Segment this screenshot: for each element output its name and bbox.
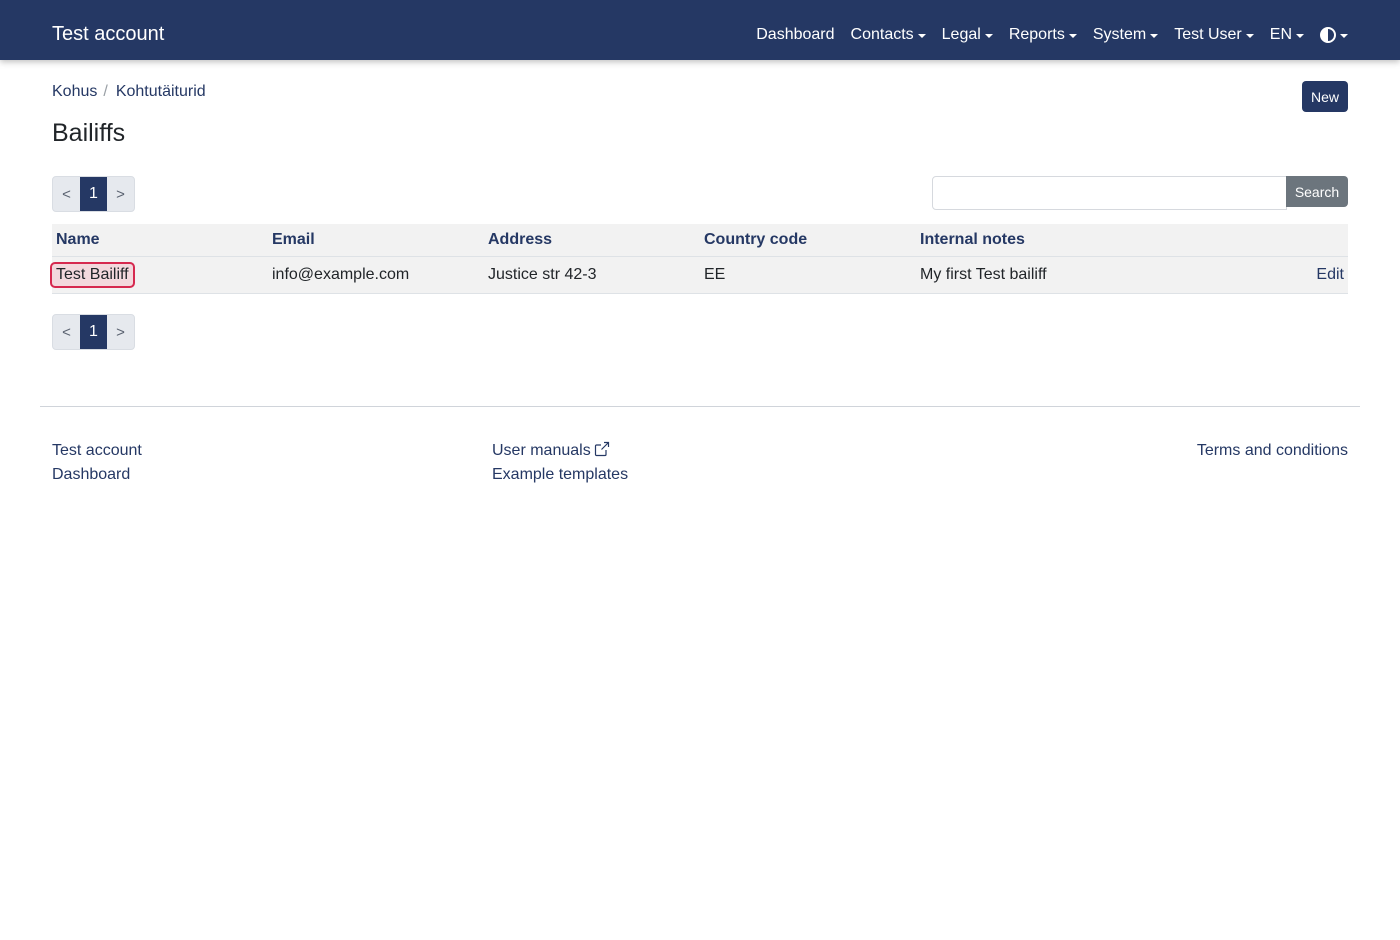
caret-down-icon	[1340, 34, 1348, 38]
nav-item-label: System	[1092, 26, 1147, 43]
page-1-button[interactable]: 1	[80, 315, 107, 349]
caret-down-icon	[1068, 34, 1077, 38]
footer-link-terms[interactable]: Terms and conditions	[1197, 441, 1348, 461]
top-navbar: Test account Dashboard Contacts Legal Re…	[0, 0, 1400, 60]
prev-page-button[interactable]: <	[53, 177, 80, 211]
caret-down-icon	[1150, 34, 1159, 38]
bailiffs-table: Name Email Address Country code Internal…	[50, 224, 1348, 294]
caret-down-icon	[917, 34, 926, 38]
pagination-bottom: < 1 >	[52, 314, 135, 350]
brand-link[interactable]: Test account	[52, 21, 164, 47]
cell-email: info@example.com	[272, 266, 410, 283]
nav-item-contacts[interactable]: Contacts	[851, 26, 926, 44]
nav-item-label: EN	[1269, 26, 1292, 43]
next-page-button[interactable]: >	[107, 177, 134, 211]
footer-link-test-account[interactable]: Test account	[52, 441, 142, 461]
breadcrumb: Kohus / Kohtutäiturid	[52, 82, 206, 102]
column-header-email[interactable]: Email	[268, 231, 484, 249]
column-header-country-code[interactable]: Country code	[700, 231, 916, 249]
column-header-address[interactable]: Address	[484, 231, 700, 249]
cell-country-code: EE	[704, 266, 726, 283]
footer-link-example-templates[interactable]: Example templates	[492, 465, 628, 485]
caret-down-icon	[1296, 34, 1304, 38]
page-title: Bailiffs	[52, 119, 126, 147]
column-header-internal-notes[interactable]: Internal notes	[916, 231, 1216, 249]
search-input[interactable]	[932, 176, 1287, 210]
new-button[interactable]: New	[1302, 81, 1348, 112]
nav-item-label: Legal	[941, 26, 981, 43]
page-1-button[interactable]: 1	[80, 177, 107, 211]
nav-item-system[interactable]: System	[1092, 26, 1159, 44]
footer-link-dashboard[interactable]: Dashboard	[52, 465, 130, 485]
nav-item-label: Test User	[1174, 26, 1242, 43]
breadcrumb-item-kohus[interactable]: Kohus	[52, 82, 97, 102]
external-link-icon	[594, 441, 609, 457]
nav-item-label: Dashboard	[756, 26, 835, 43]
nav-item-reports[interactable]: Reports	[1009, 26, 1077, 44]
search-button[interactable]: Search	[1286, 176, 1348, 207]
cell-internal-notes: My first Test bailiff	[920, 266, 1047, 283]
nav-item-label: Contacts	[850, 26, 914, 43]
breadcrumb-item-kohtutaiturid[interactable]: Kohtutäiturid	[116, 82, 206, 102]
cell-name: Test Bailiff	[50, 262, 268, 288]
nav-item-theme[interactable]	[1320, 27, 1348, 43]
footer-link-user-manuals[interactable]: User manuals	[492, 441, 610, 461]
next-page-button[interactable]: >	[107, 315, 134, 349]
caret-down-icon	[1245, 34, 1254, 38]
column-header-name[interactable]: Name	[52, 231, 268, 249]
nav-item-dashboard[interactable]: Dashboard	[756, 26, 834, 44]
footer-divider	[40, 406, 1360, 407]
bailiff-name-link[interactable]: Test Bailiff	[50, 262, 135, 288]
nav-menu: Dashboard Contacts Legal Reports System …	[756, 22, 1348, 48]
table-row: Test Bailiff info@example.com Justice st…	[50, 257, 1348, 294]
nav-item-label: Reports	[1008, 26, 1065, 43]
nav-item-language[interactable]: EN	[1270, 26, 1304, 44]
table-header: Name Email Address Country code Internal…	[52, 224, 1348, 257]
breadcrumb-separator: /	[103, 83, 108, 100]
edit-link[interactable]: Edit	[1316, 266, 1344, 284]
prev-page-button[interactable]: <	[53, 315, 80, 349]
nav-item-user[interactable]: Test User	[1174, 26, 1254, 44]
contrast-icon	[1320, 27, 1336, 43]
cell-address: Justice str 42-3	[488, 266, 597, 283]
caret-down-icon	[984, 34, 993, 38]
footer-link-label: User manuals	[492, 442, 591, 459]
nav-item-legal[interactable]: Legal	[942, 26, 993, 44]
pagination-top: < 1 >	[52, 176, 135, 212]
